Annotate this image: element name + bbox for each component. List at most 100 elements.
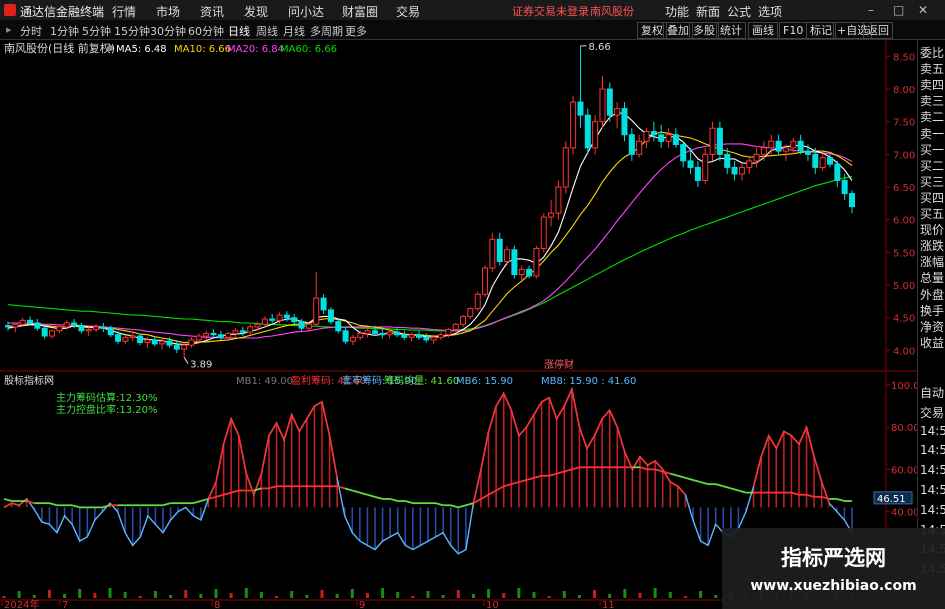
candle-body: [320, 297, 327, 311]
menu-item-5[interactable]: 财富圈: [342, 3, 378, 20]
chip-line-up-seg: [654, 460, 664, 470]
menu-item-2[interactable]: 资讯: [200, 3, 224, 20]
chip-line-up-seg: [586, 435, 596, 449]
quote-panel: 委比 卖五 卖四 卖三 卖二 卖一 买一 买二 买三 买四 买五 现价 涨跌 涨幅 总量 外盘 换手 净资 收益 自动…: [917, 40, 945, 609]
menu-item-1[interactable]: 市场: [156, 3, 180, 20]
mb8-line-seg: [503, 483, 512, 488]
mb8-line-seg: [465, 502, 474, 507]
quote-panel-item-20: 交易: [920, 405, 945, 420]
top-right-item-2[interactable]: 公式: [727, 3, 751, 20]
mb8-line-seg: [511, 481, 520, 486]
volume-bar: [63, 594, 67, 598]
top-right-item-3[interactable]: 选项: [758, 3, 782, 20]
volume-bar: [623, 589, 627, 598]
quote-panel-item-14: 总量: [920, 271, 945, 286]
quote-panel-item-6: 买一: [920, 142, 945, 157]
top-right-item-1[interactable]: 新面: [696, 3, 720, 20]
mb8-line-seg: [389, 498, 398, 502]
close-icon[interactable]: ✕: [918, 3, 928, 17]
volume-bar: [214, 589, 218, 598]
candle-body: [511, 249, 518, 276]
chip-line-up-seg: [290, 414, 301, 432]
volume-bar: [169, 595, 173, 598]
candle-body: [12, 323, 19, 328]
period-tab-3[interactable]: 15分钟: [114, 23, 150, 39]
period-tab-5[interactable]: 60分钟: [188, 23, 224, 39]
date-label-0: 2024年: [4, 598, 39, 609]
mb8-line-seg: [571, 466, 580, 471]
period-tab-9[interactable]: 多周期: [310, 23, 343, 39]
chip-line-up-seg: [260, 435, 270, 474]
mb8-line-seg: [344, 487, 353, 492]
candle-body: [261, 318, 268, 325]
chip-line-up-seg: [578, 426, 588, 449]
candle-body: [496, 238, 503, 263]
toolbar-button-2[interactable]: 多股: [689, 22, 719, 39]
date-label-5: 11: [602, 600, 615, 609]
candle-body: [107, 327, 114, 336]
period-tab-1[interactable]: 1分钟: [50, 23, 79, 39]
quote-panel-item-12: 涨跌: [920, 239, 945, 254]
minimize-icon[interactable]: –: [868, 3, 874, 17]
menu-item-4[interactable]: 问小达: [288, 3, 324, 20]
candle-body: [460, 315, 467, 325]
toolbar-button-5[interactable]: F10: [779, 22, 808, 39]
toolbar-button-6[interactable]: 标记: [806, 22, 836, 39]
menu-item-3[interactable]: 发现: [244, 3, 268, 20]
menu-item-6[interactable]: 交易: [396, 3, 420, 20]
volume-bar: [123, 592, 127, 598]
chip-line-up-seg: [321, 401, 331, 436]
candle-body: [584, 114, 591, 149]
chart-area[interactable]: 8.50 8.00 7.50 7.00 6.50 6.00 5.50 5.00 4.50 4.00…: [0, 40, 917, 609]
mb8-line-seg: [367, 493, 376, 498]
chip-line-up-seg: [775, 431, 785, 449]
candle-body: [276, 314, 283, 321]
mb8-line-seg: [654, 468, 663, 473]
menu-item-0[interactable]: 行情: [112, 3, 136, 20]
indicator-legend-4: MB6: 15.90: [456, 376, 513, 387]
candle-body: [650, 130, 657, 136]
chip-line-up-seg: [237, 435, 248, 474]
top-right-item-0[interactable]: 功能: [665, 3, 689, 20]
candle-body: [548, 212, 555, 218]
chip-line-up-seg: [510, 410, 520, 436]
candle-body: [621, 108, 628, 136]
ma-legend-1: MA10: 6.66: [174, 44, 231, 55]
toolbar-button-3[interactable]: 统计: [716, 22, 746, 39]
candle-body: [5, 325, 11, 328]
period-tab-7[interactable]: 周线: [256, 23, 278, 39]
chip-line-up-seg: [805, 427, 815, 457]
period-tab-4[interactable]: 30分钟: [150, 23, 186, 39]
volume-bar: [714, 595, 718, 598]
period-tab-8[interactable]: 月线: [283, 23, 305, 39]
candle-body: [291, 317, 298, 323]
period-tab-10[interactable]: 更多: [345, 23, 367, 39]
candle-body: [27, 319, 34, 324]
toolbar-button-8[interactable]: 返回: [863, 22, 893, 39]
mb8-line-seg: [458, 504, 467, 509]
watermark: 指标严选网 www.xuezhibiao.com: [722, 528, 945, 609]
low-annotation: 3.89: [190, 360, 212, 371]
candle-body: [269, 318, 276, 321]
price-tick-label-4: 6.50: [893, 183, 915, 194]
maximize-icon[interactable]: □: [893, 3, 904, 17]
chip-line-up-seg: [813, 456, 823, 483]
mb8-line-seg: [685, 476, 694, 481]
volume-bar: [668, 592, 672, 598]
ind-tick-label-1: 80.00: [891, 423, 917, 434]
volume-bar: [381, 588, 385, 598]
chip-line-up-seg: [487, 405, 497, 432]
stock-name-top[interactable]: 南风股份: [590, 3, 634, 19]
mb8-line-seg: [359, 491, 368, 496]
mb8-line-seg: [352, 489, 361, 494]
chip-line-up-seg: [760, 435, 770, 458]
quote-panel-item-8: 买三: [920, 174, 945, 189]
quote-panel-item-13: 涨幅: [920, 255, 945, 270]
period-tab-2[interactable]: 5分钟: [82, 23, 111, 39]
login-notice[interactable]: 证券交易未登录: [512, 3, 589, 19]
toolbar-button-4[interactable]: 画线: [748, 22, 778, 39]
chip-line-up-seg: [541, 396, 550, 403]
period-tab-6[interactable]: 日线: [228, 23, 250, 39]
candle-body: [716, 127, 723, 155]
period-tab-0[interactable]: 分时: [20, 23, 42, 39]
